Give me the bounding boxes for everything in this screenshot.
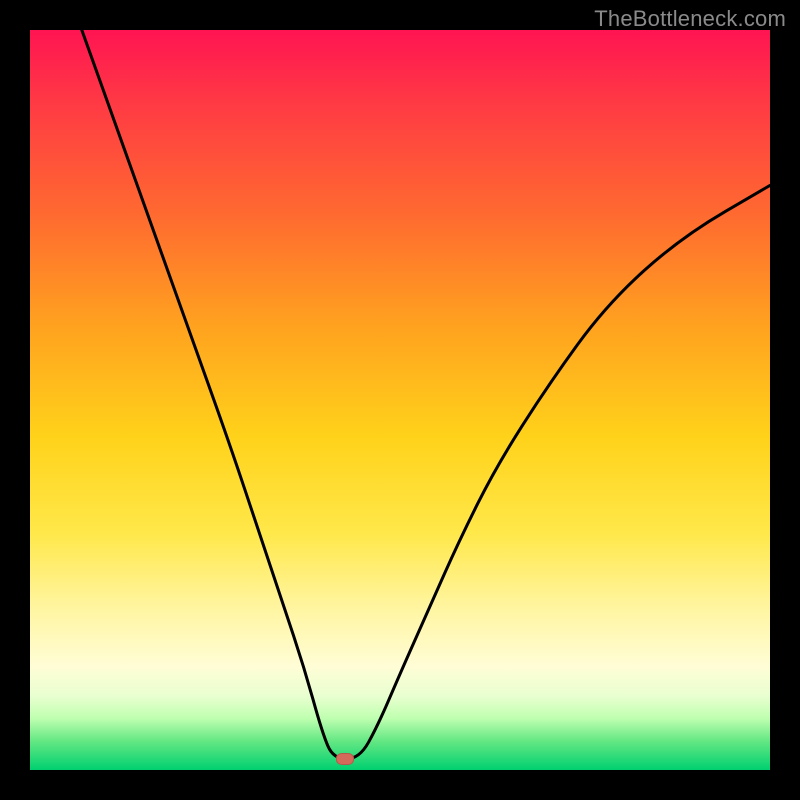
attribution-text: TheBottleneck.com [594,6,786,32]
curve-path [82,30,770,759]
bottleneck-curve [30,30,770,770]
chart-frame: TheBottleneck.com [0,0,800,800]
optimal-point-marker [336,753,354,765]
plot-area [30,30,770,770]
